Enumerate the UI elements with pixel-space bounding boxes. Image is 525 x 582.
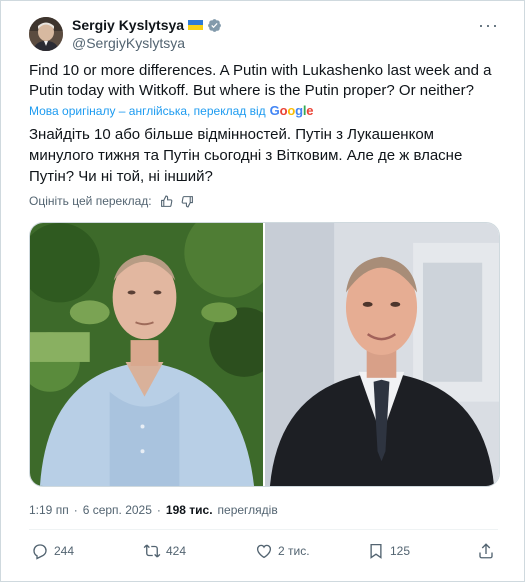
rate-translation-label: Оцініть цей переклад: [29,194,152,208]
repost-button[interactable]: 424 [143,542,186,560]
translated-text: Знайдіть 10 або більше відмінностей. Пут… [29,126,463,185]
tweet-date[interactable]: 6 серп. 2025 [83,503,152,517]
meta-separator: · [73,503,78,517]
share-icon [479,543,493,559]
reply-button[interactable]: 244 [31,542,74,560]
tweet-card: Sergiy Kyslytsya @SergiyKyslytsya ··· Fi… [0,0,525,582]
photo-right[interactable] [263,223,499,486]
translation-note-text: Мова оригіналу – англійська, переклад ві… [29,104,266,118]
tweet-media[interactable] [29,222,500,487]
share-button[interactable] [477,542,495,560]
tweet-header: Sergiy Kyslytsya @SergiyKyslytsya ··· [29,14,508,54]
more-options-icon[interactable]: ··· [478,16,498,40]
rate-translation: Оцініть цей переклад: [29,194,194,208]
reply-count: 244 [54,544,75,558]
tweet-time[interactable]: 1:19 пп [29,503,69,517]
ukraine-flag-icon [188,20,204,30]
views-count: 198 тис. [165,503,213,517]
bookmark-count: 125 [390,544,411,558]
repost-count: 424 [166,544,187,558]
like-count: 2 тис. [278,544,310,558]
thumbs-up-icon[interactable] [160,195,173,208]
translation-note[interactable]: Мова оригіналу – англійська, переклад ві… [29,103,313,119]
meta-separator-2: · [156,503,161,517]
tweet-text: Find 10 or more differences. A Putin wit… [29,62,492,99]
heart-icon [256,544,272,559]
verified-badge-icon [208,18,221,32]
author-handle[interactable]: @SergiyKyslytsya [72,35,222,52]
avatar[interactable] [29,17,63,51]
views-label: переглядів [217,503,278,517]
divider [29,529,498,530]
action-bar: 244 424 2 тис. 125 [31,542,497,564]
thumbs-down-icon[interactable] [181,195,194,208]
photo-left[interactable] [30,223,263,486]
author-names: Sergiy Kyslytsya @SergiyKyslytsya [72,17,222,52]
repost-icon [143,544,161,558]
google-logo: Google [269,103,314,118]
bookmark-icon [370,543,382,559]
bookmark-button[interactable]: 125 [367,542,410,560]
name-row: Sergiy Kyslytsya [72,17,222,34]
reply-icon [33,544,47,560]
tweet-meta: 1:19 пп · 6 серп. 2025 · 198 тис. перегл… [29,503,278,517]
like-button[interactable]: 2 тис. [255,542,310,560]
author-display-name[interactable]: Sergiy Kyslytsya [72,17,184,34]
